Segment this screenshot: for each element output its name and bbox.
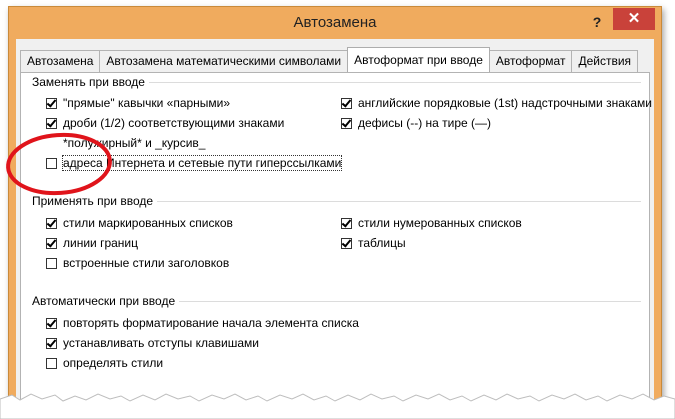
checkbox[interactable] (341, 97, 352, 109)
group-title-apply: Применять при вводе (32, 194, 158, 208)
option-label: "прямые" кавычки «парными» (63, 96, 231, 110)
option-label: стили маркированных списков (63, 216, 233, 230)
option-repeat-list-format[interactable]: повторять форматирование начала элемента… (46, 315, 359, 331)
option-label: линии границ (63, 236, 138, 250)
option-ordinals[interactable]: английские порядковые (1st) надстрочными… (341, 95, 652, 111)
tab-strip: Автозамена Автозамена математическими си… (20, 47, 652, 72)
option-label: таблицы (358, 236, 406, 250)
option-label: повторять форматирование начала элемента… (63, 316, 359, 330)
option-fractions[interactable]: дроби (1/2) соответствующими знаками (46, 115, 284, 131)
option-label: дроби (1/2) соответствующими знаками (63, 116, 285, 130)
tab-autocorrect[interactable]: Автозамена (20, 50, 101, 72)
checkbox[interactable] (46, 337, 57, 349)
tab-autoformat-as-you-type[interactable]: Автоформат при вводе (347, 47, 490, 72)
option-label: стили нумерованных списков (358, 216, 522, 230)
option-label: устанавливать отступы клавишами (63, 336, 259, 350)
checkbox[interactable] (341, 217, 352, 229)
checkbox[interactable] (46, 217, 57, 229)
option-label: определять стили (63, 356, 164, 370)
option-bold-italic[interactable]: *полужирный* и _курсив_ (46, 135, 205, 151)
group-title-replace: Заменять при вводе (32, 75, 149, 89)
checkbox[interactable] (46, 357, 57, 369)
tab-math-autocorrect[interactable]: Автозамена математическими символами (99, 50, 349, 72)
option-indent-keys[interactable]: устанавливать отступы клавишами (46, 335, 259, 351)
option-label: адреса Интернета и сетевые пути гиперссы… (61, 155, 343, 171)
option-heading-styles[interactable]: встроенные стили заголовков (46, 255, 229, 271)
checkbox[interactable] (46, 97, 57, 109)
title-bar: Автозамена ? ✕ (9, 7, 661, 39)
checkbox[interactable] (341, 117, 352, 129)
checkbox[interactable] (341, 237, 352, 249)
checkbox[interactable] (46, 317, 57, 329)
option-dashes[interactable]: дефисы (--) на тире (—) (341, 115, 491, 131)
help-button[interactable]: ? (588, 12, 606, 32)
option-label: английские порядковые (1st) надстрочными… (358, 96, 653, 110)
tab-autoformat[interactable]: Автоформат (488, 50, 573, 72)
autocorrect-dialog: Автозамена ? ✕ Автозамена Автозамена мат… (8, 6, 662, 408)
option-bulleted-lists[interactable]: стили маркированных списков (46, 215, 233, 231)
checkbox[interactable] (46, 157, 57, 169)
option-label: дефисы (--) на тире (—) (358, 116, 492, 130)
dialog-client-area: Автозамена Автозамена математическими си… (16, 39, 654, 407)
option-border-lines[interactable]: линии границ (46, 235, 138, 251)
window-title: Автозамена (293, 14, 377, 31)
option-label: *полужирный* и _курсив_ (63, 136, 206, 150)
tab-actions[interactable]: Действия (571, 50, 639, 72)
checkbox[interactable] (46, 257, 57, 269)
option-hyperlinks[interactable]: адреса Интернета и сетевые пути гиперссы… (46, 155, 343, 171)
checkbox[interactable] (46, 237, 57, 249)
option-define-styles[interactable]: определять стили (46, 355, 163, 371)
option-smart-quotes[interactable]: "прямые" кавычки «парными» (46, 95, 230, 111)
checkbox[interactable] (46, 117, 57, 129)
option-numbered-lists[interactable]: стили нумерованных списков (341, 215, 522, 231)
option-label: встроенные стили заголовков (63, 256, 230, 270)
group-title-auto: Автоматически при вводе (32, 294, 180, 308)
close-button[interactable]: ✕ (613, 8, 655, 30)
tab-panel: Заменять при вводе "прямые" кавычки «пар… (20, 72, 652, 407)
option-tables[interactable]: таблицы (341, 235, 406, 251)
